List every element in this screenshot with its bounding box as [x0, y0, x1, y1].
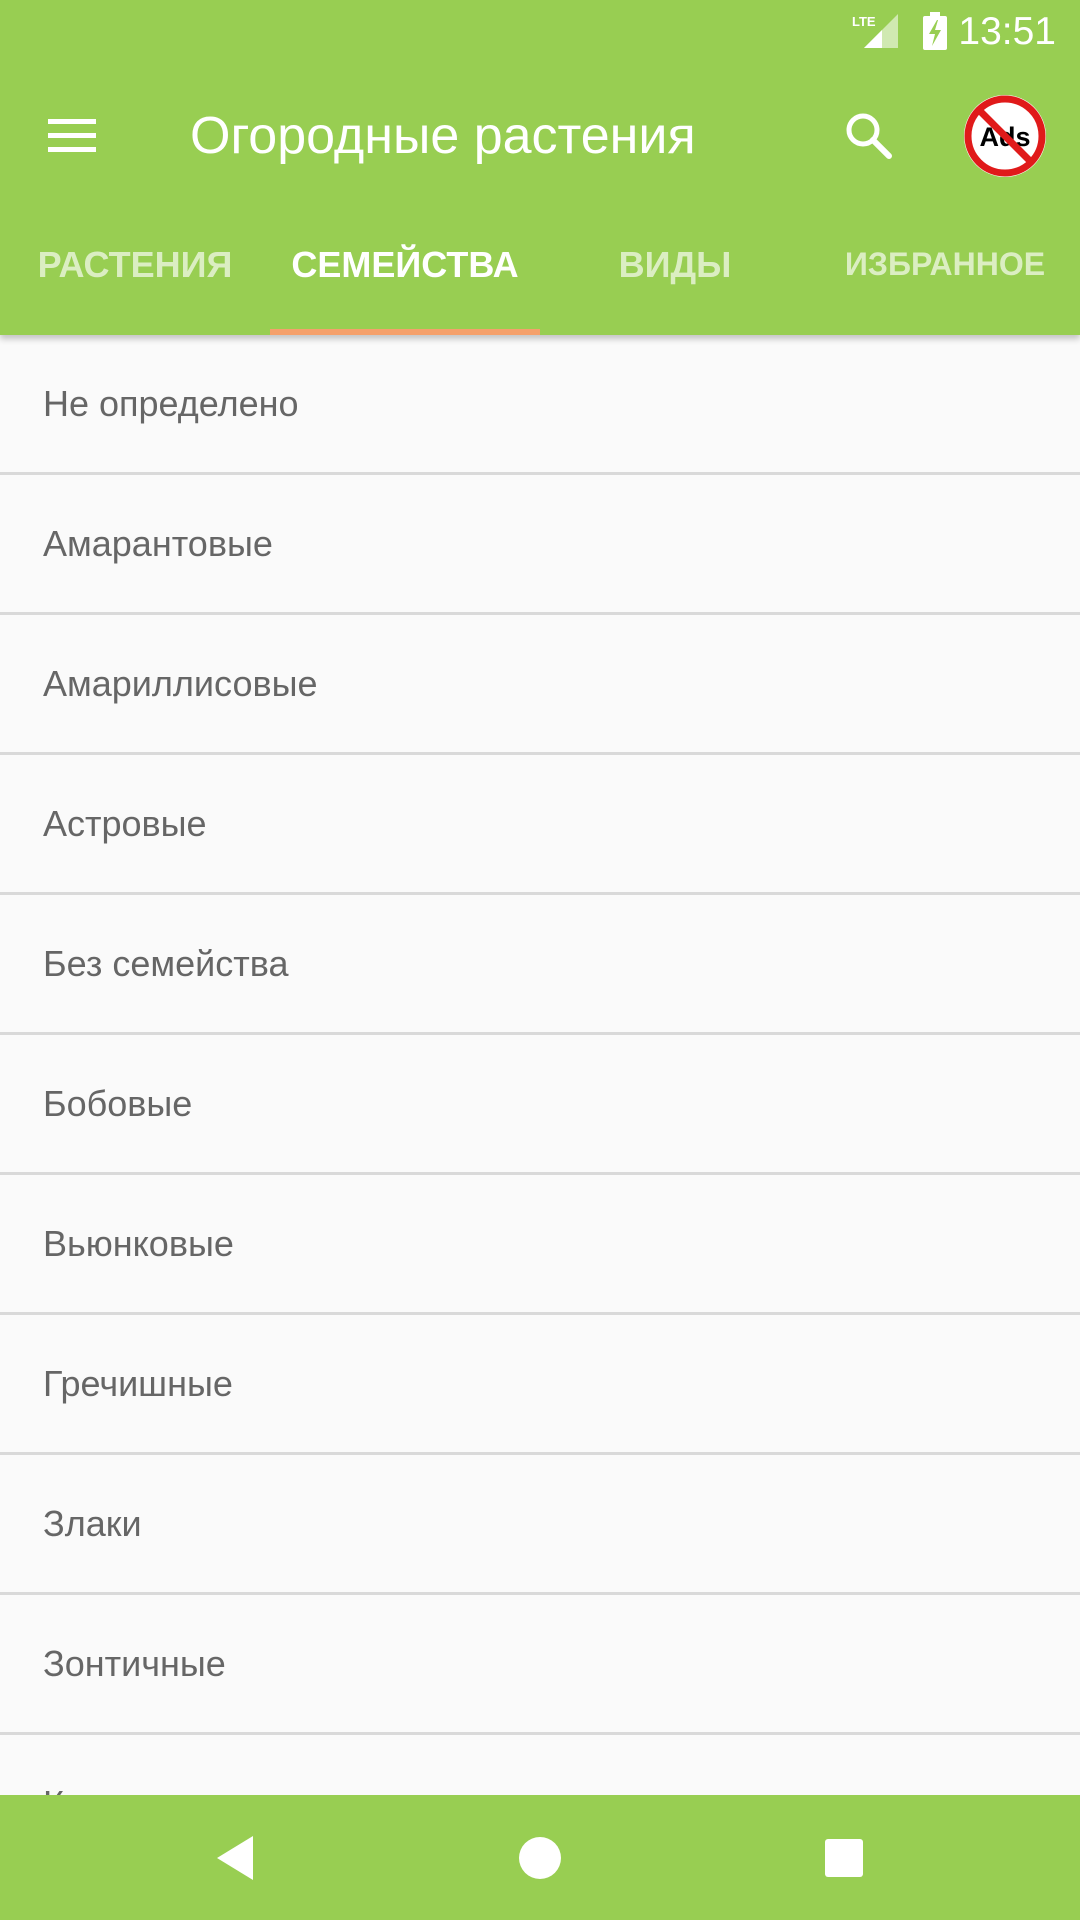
hamburger-menu-icon[interactable]: [44, 113, 100, 157]
tab-plants[interactable]: РАСТЕНИЯ: [0, 210, 270, 335]
list-item[interactable]: Злаки: [0, 1455, 1080, 1595]
list-item[interactable]: Амарантовые: [0, 475, 1080, 615]
tab-plants-label: РАСТЕНИЯ: [37, 243, 233, 285]
tab-species-label: ВИДЫ: [618, 243, 732, 285]
list-item[interactable]: Зонтичные: [0, 1595, 1080, 1735]
battery-charging-icon: [923, 12, 947, 50]
status-bar: LTE 13:51: [0, 0, 1080, 63]
list-item[interactable]: Капустные: [0, 1735, 1080, 1796]
home-icon: [519, 1836, 561, 1879]
list-item[interactable]: Амариллисовые: [0, 615, 1080, 755]
page-title: Огородные растения: [190, 107, 696, 165]
list-item[interactable]: Гречишные: [0, 1315, 1080, 1455]
home-button[interactable]: [480, 1795, 600, 1920]
tab-bar: РАСТЕНИЯ СЕМЕЙСТВА ВИДЫ ИЗБРАННОЕ: [0, 210, 1080, 335]
toolbar: Огородные растения Ads: [0, 63, 1080, 210]
list-item[interactable]: Астровые: [0, 755, 1080, 895]
active-tab-indicator: [270, 329, 540, 335]
recents-button[interactable]: [784, 1795, 904, 1920]
status-time: 13:51: [958, 10, 1056, 53]
remove-ads-button[interactable]: Ads: [962, 93, 1048, 179]
tab-species[interactable]: ВИДЫ: [540, 210, 810, 335]
back-button[interactable]: [175, 1795, 295, 1920]
app-bar: LTE 13:51 Огородные растения Ads РАСТЕН: [0, 0, 1080, 335]
list-item[interactable]: Не определено: [0, 335, 1080, 475]
network-type-label: LTE: [852, 14, 876, 29]
tab-families[interactable]: СЕМЕЙСТВА: [270, 210, 540, 335]
list-item[interactable]: Бобовые: [0, 1035, 1080, 1175]
recents-icon: [825, 1838, 863, 1877]
tab-favorites-label: ИЗБРАННОЕ: [844, 246, 1046, 282]
back-icon: [217, 1835, 253, 1880]
list-item[interactable]: Без семейства: [0, 895, 1080, 1035]
search-icon[interactable]: [842, 109, 894, 161]
tab-families-label: СЕМЕЙСТВА: [291, 243, 519, 285]
family-list[interactable]: Не определено Амарантовые Амариллисовые …: [0, 335, 1080, 1795]
signal-icon: LTE: [852, 14, 898, 48]
system-nav-bar: [0, 1795, 1080, 1920]
tab-favorites[interactable]: ИЗБРАННОЕ: [810, 210, 1080, 335]
list-item[interactable]: Вьюнковые: [0, 1175, 1080, 1315]
